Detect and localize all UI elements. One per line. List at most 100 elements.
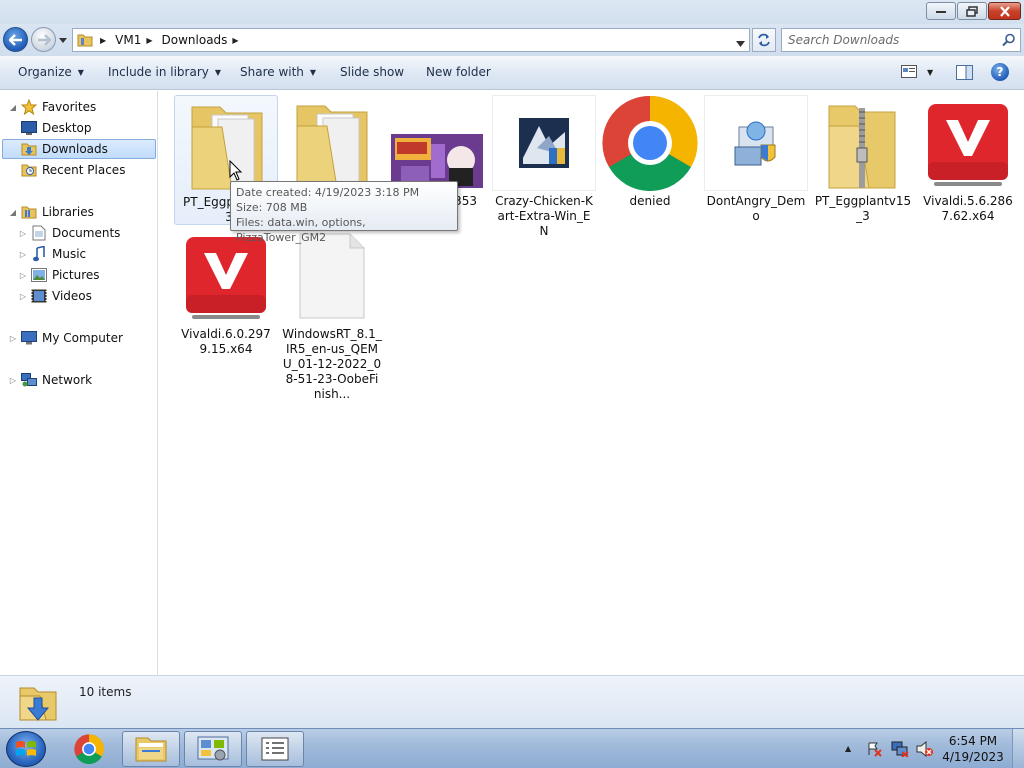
new-folder-button[interactable]: New folder <box>426 65 491 79</box>
taskbar-notepad-button[interactable] <box>246 731 304 767</box>
breadcrumb-downloads[interactable]: Downloads <box>162 33 228 47</box>
nav-libraries[interactable]: ◢ Libraries <box>8 202 94 222</box>
folder-icon <box>75 29 95 51</box>
taskbar-control-panel-button[interactable] <box>184 731 242 767</box>
expand-icon[interactable]: ▷ <box>18 250 28 259</box>
nav-desktop-label: Desktop <box>42 121 92 135</box>
file-item[interactable]: PT_Eggplantv15_3 <box>811 95 915 224</box>
title-bar <box>0 0 1024 24</box>
expand-icon[interactable]: ▷ <box>8 376 18 385</box>
recent-pages-dropdown[interactable] <box>58 35 68 45</box>
nav-pictures-label: Pictures <box>52 268 100 282</box>
arrow-right-icon <box>37 33 51 46</box>
nav-libraries-label: Libraries <box>42 205 94 219</box>
taskbar-explorer-button[interactable] <box>122 731 180 767</box>
music-icon <box>30 246 48 262</box>
file-item[interactable]: denied <box>598 95 702 209</box>
change-view-button[interactable] <box>901 65 917 78</box>
nav-music-label: Music <box>52 247 87 261</box>
slide-show-button[interactable]: Slide show <box>340 65 404 79</box>
help-button[interactable]: ? <box>991 63 1009 81</box>
system-clock[interactable]: 6:54 PM 4/19/2023 <box>938 733 1008 765</box>
documents-icon <box>30 225 48 241</box>
navigation-pane: ◢ Favorites Desktop Downloads Recent Pla… <box>0 91 158 675</box>
nav-pictures[interactable]: ▷ Pictures <box>18 265 100 285</box>
nav-music[interactable]: ▷ Music <box>18 244 86 264</box>
view-icon <box>901 65 917 78</box>
recent-places-icon <box>20 162 38 178</box>
search-box[interactable] <box>781 28 1021 52</box>
network-status-icon[interactable] <box>891 741 909 757</box>
minimize-button[interactable] <box>926 2 956 20</box>
nav-my-computer-label: My Computer <box>42 331 123 345</box>
nav-recent-places[interactable]: Recent Places <box>20 160 125 180</box>
file-item[interactable]: Vivaldi.5.6.2867.62.x64 <box>916 95 1020 224</box>
expand-icon[interactable]: ▷ <box>18 229 28 238</box>
address-bar[interactable]: ▶ VM1 ▶ Downloads ▶ <box>72 28 750 52</box>
view-dropdown[interactable]: ▼ <box>927 68 933 77</box>
file-item[interactable] <box>280 95 384 194</box>
volume-muted-icon[interactable] <box>916 741 934 757</box>
address-dropdown[interactable] <box>736 36 745 50</box>
share-label: Share with <box>240 65 304 79</box>
search-icon[interactable] <box>1002 33 1016 47</box>
mouse-cursor-icon <box>229 160 243 181</box>
expand-icon[interactable]: ▷ <box>18 292 28 301</box>
expand-icon[interactable]: ▷ <box>18 271 28 280</box>
breadcrumb-separator[interactable]: ▶ <box>146 36 152 45</box>
refresh-button[interactable] <box>752 28 776 52</box>
show-desktop-button[interactable] <box>1012 729 1024 768</box>
organize-button[interactable]: Organize ▼ <box>18 65 84 79</box>
include-in-library-button[interactable]: Include in library ▼ <box>108 65 221 79</box>
preview-pane-button[interactable] <box>956 65 973 83</box>
nav-downloads-label: Downloads <box>42 142 108 156</box>
file-item[interactable]: Crazy-Chicken-Kart-Extra-Win_EN <box>492 95 596 239</box>
image-thumbnail-icon <box>385 95 489 191</box>
nav-downloads[interactable]: Downloads <box>2 139 156 159</box>
tooltip-size: Size: 708 MB <box>236 201 308 214</box>
nav-my-computer[interactable]: ▷ My Computer <box>8 328 123 348</box>
chevron-down-icon: ▼ <box>214 67 222 77</box>
chevron-down-icon <box>736 41 745 47</box>
taskbar: ▲ 6:54 PM 4/19/2023 <box>0 728 1024 768</box>
nav-recent-places-label: Recent Places <box>42 163 126 177</box>
chevron-down-icon: ▼ <box>77 67 84 77</box>
file-name: PT_Eggplantv15_3 <box>814 194 912 223</box>
share-with-button[interactable]: Share with ▼ <box>240 65 316 79</box>
breadcrumb-vm1[interactable]: VM1 <box>115 33 141 47</box>
videos-icon <box>30 288 48 304</box>
breadcrumb-separator[interactable]: ▶ <box>232 36 238 45</box>
chevron-down-icon <box>59 37 67 43</box>
nav-network[interactable]: ▷ Network <box>8 370 92 390</box>
file-list: PT_Eggpl 3 x353 Crazy-Chicken-Kart-Extra-… <box>159 91 1024 675</box>
chevron-down-icon: ▼ <box>309 67 317 77</box>
file-item[interactable]: WindowsRT_8.1_IR5_en-us_QEMU_01-12-2022_… <box>280 228 384 402</box>
show-hidden-icons-button[interactable]: ▲ <box>845 744 851 753</box>
folder-icon <box>175 96 279 192</box>
nav-documents[interactable]: ▷ Documents <box>18 223 120 243</box>
file-item[interactable]: DontAngry_Demo <box>704 95 808 224</box>
nav-videos[interactable]: ▷ Videos <box>18 286 92 306</box>
taskbar-chrome-button[interactable] <box>60 731 118 767</box>
restore-button[interactable] <box>957 2 987 20</box>
zip-folder-icon <box>811 95 915 191</box>
breadcrumb-separator[interactable]: ▶ <box>100 36 106 45</box>
command-bar: Organize ▼ Include in library ▼ Share with… <box>0 56 1024 90</box>
collapse-icon[interactable]: ◢ <box>8 208 18 217</box>
search-input[interactable] <box>788 32 996 48</box>
downloads-folder-icon <box>20 141 38 157</box>
nav-desktop[interactable]: Desktop <box>20 118 92 138</box>
action-center-icon[interactable] <box>866 741 882 757</box>
libraries-icon <box>20 204 38 220</box>
installer-icon <box>492 95 596 191</box>
back-button[interactable] <box>3 27 28 52</box>
collapse-icon[interactable]: ◢ <box>8 103 18 112</box>
forward-button[interactable] <box>31 27 56 52</box>
file-name: denied <box>629 194 671 208</box>
file-name: Crazy-Chicken-Kart-Extra-Win_EN <box>495 194 593 238</box>
nav-favorites[interactable]: ◢ Favorites <box>8 97 96 117</box>
expand-icon[interactable]: ▷ <box>8 334 18 343</box>
file-item[interactable]: Vivaldi.6.0.2979.15.x64 <box>174 228 278 357</box>
close-button[interactable] <box>988 2 1021 20</box>
start-button[interactable] <box>6 731 46 767</box>
